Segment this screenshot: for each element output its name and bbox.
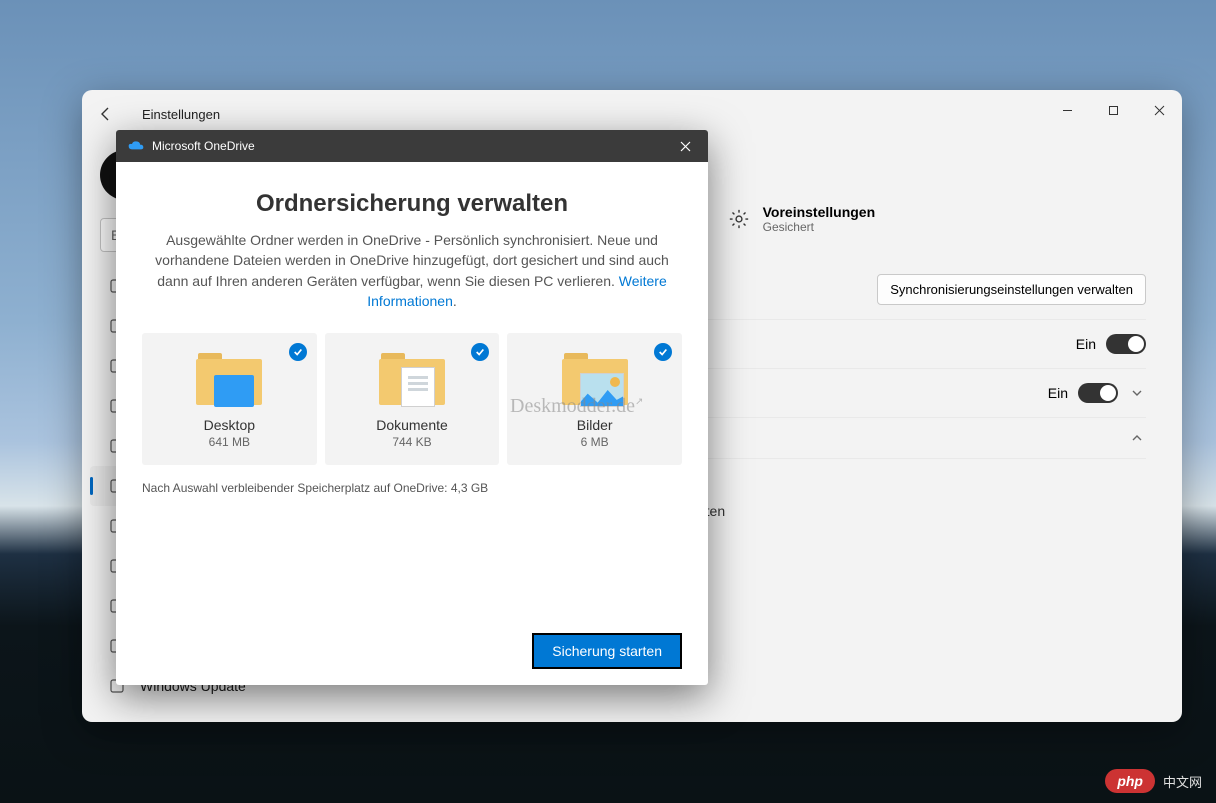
backup-folder-bilder[interactable]: Bilder 6 MB (507, 333, 682, 465)
onedrive-titlebar: Microsoft OneDrive (116, 130, 708, 162)
device-toggle-state: Ein (1076, 336, 1096, 352)
onedrive-description: Ausgewählte Ordner werden in OneDrive - … (142, 230, 682, 311)
category-gear[interactable]: Voreinstellungen Gesichert (725, 204, 876, 234)
onedrive-window-title: Microsoft OneDrive (152, 139, 255, 153)
folder-name: Bilder (515, 417, 674, 433)
folder-icon (560, 351, 630, 407)
category-title: Voreinstellungen (763, 204, 876, 220)
start-backup-button[interactable]: Sicherung starten (532, 633, 682, 669)
site-badge: php 中文网 (1105, 769, 1202, 793)
onedrive-heading: Ordnersicherung verwalten (142, 190, 682, 218)
folder-size: 641 MB (150, 435, 309, 449)
maximize-button[interactable] (1090, 90, 1136, 130)
visibility-toggle[interactable] (1078, 383, 1118, 403)
folder-icon (194, 351, 264, 407)
window-controls (1044, 90, 1182, 130)
badge-text: 中文网 (1163, 772, 1202, 791)
close-button[interactable] (1136, 90, 1182, 130)
onedrive-close-button[interactable] (662, 130, 708, 162)
backup-folder-desktop[interactable]: Desktop 641 MB (142, 333, 317, 465)
onedrive-dialog: Microsoft OneDrive Ordnersicherung verwa… (116, 130, 708, 685)
chevron-down-icon[interactable] (1128, 387, 1146, 399)
minimize-button[interactable] (1044, 90, 1090, 130)
folder-icon (377, 351, 447, 407)
remaining-space-text: Nach Auswahl verbleibender Speicherplatz… (142, 481, 682, 495)
manage-sync-button[interactable]: Synchronisierungseinstellungen verwalten (877, 274, 1146, 305)
device-toggle[interactable] (1106, 334, 1146, 354)
check-icon (471, 343, 489, 361)
folder-name: Dokumente (333, 417, 492, 433)
settings-app-title: Einstellungen (142, 107, 220, 122)
visibility-toggle-state: Ein (1048, 385, 1068, 401)
category-subtitle: Gesichert (763, 220, 876, 234)
chevron-up-icon (1128, 432, 1146, 444)
php-pill: php (1105, 769, 1155, 793)
onedrive-description-text: Ausgewählte Ordner werden in OneDrive - … (155, 232, 669, 289)
back-button[interactable] (96, 104, 116, 124)
folder-size: 744 KB (333, 435, 492, 449)
check-icon (289, 343, 307, 361)
gear-icon (725, 205, 753, 233)
folder-size: 6 MB (515, 435, 674, 449)
backup-folder-dokumente[interactable]: Dokumente 744 KB (325, 333, 500, 465)
folder-name: Desktop (150, 417, 309, 433)
cloud-icon (128, 138, 144, 154)
check-icon (654, 343, 672, 361)
